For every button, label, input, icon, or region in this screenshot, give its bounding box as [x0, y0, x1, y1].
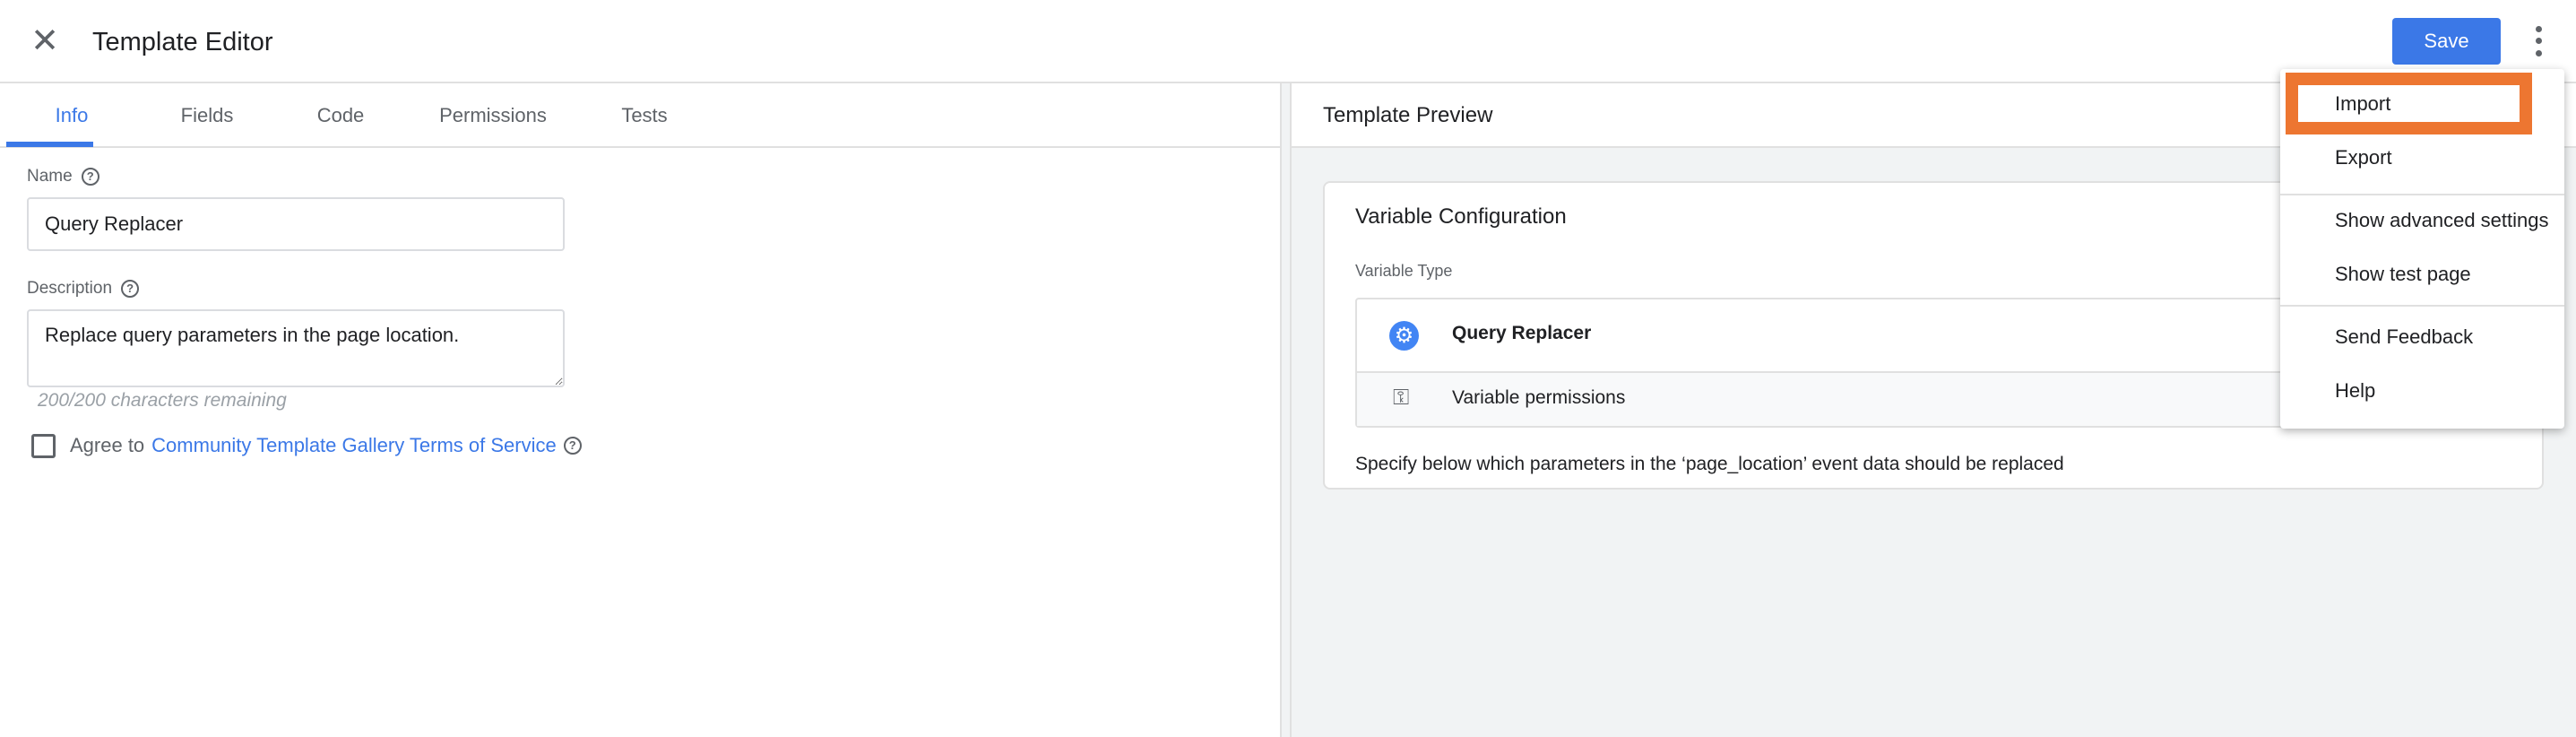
menu-divider: [2280, 305, 2564, 307]
tab-code[interactable]: Code: [317, 83, 365, 148]
terms-link[interactable]: Community Template Gallery Terms of Serv…: [151, 434, 557, 457]
description-textarea[interactable]: Replace query parameters in the page loc…: [27, 309, 565, 387]
menu-item-show-test-page[interactable]: Show test page: [2335, 261, 2471, 288]
variable-type-label: Variable Type: [1355, 262, 1453, 280]
chars-remaining: 200/200 characters remaining: [38, 390, 287, 411]
menu-item-export[interactable]: Export: [2335, 144, 2392, 171]
page-title: Template Editor: [92, 28, 273, 56]
preview-description: Specify below which parameters in the ‘p…: [1355, 454, 2064, 474]
key-icon: ⚿: [1393, 386, 1410, 410]
permissions-label: Variable permissions: [1452, 387, 1626, 408]
panel-divider[interactable]: [1280, 83, 1292, 737]
card-title: Variable Configuration: [1355, 204, 1567, 229]
help-icon[interactable]: ?: [563, 437, 582, 455]
tab-fields[interactable]: Fields: [181, 83, 234, 148]
variable-name: Query Replacer: [1452, 323, 1592, 343]
tab-permissions[interactable]: Permissions: [439, 83, 547, 148]
description-label-text: Description: [27, 279, 113, 298]
help-icon[interactable]: ?: [121, 280, 140, 298]
agree-text: Agree to Community Template Gallery Terms…: [70, 434, 582, 457]
name-input[interactable]: [27, 197, 565, 251]
name-label-text: Name: [27, 167, 73, 186]
menu-item-show-advanced-settings[interactable]: Show advanced settings: [2335, 207, 2549, 234]
top-bar: [0, 0, 2576, 83]
more-options-icon[interactable]: [2528, 23, 2549, 59]
menu-item-help[interactable]: Help: [2335, 377, 2375, 404]
help-icon[interactable]: ?: [81, 168, 99, 186]
menu-item-send-feedback[interactable]: Send Feedback: [2335, 324, 2473, 351]
name-label: Name?: [27, 167, 99, 186]
agree-prefix: Agree to: [70, 434, 145, 456]
preview-title: Template Preview: [1323, 103, 1493, 127]
tab-tests[interactable]: Tests: [621, 83, 667, 148]
save-button[interactable]: Save: [2392, 18, 2501, 65]
gear-icon: ⚙: [1389, 321, 1419, 351]
tab-info[interactable]: Info: [56, 83, 89, 148]
description-label: Description?: [27, 279, 140, 299]
highlight-box: [2286, 73, 2532, 134]
tab-bar: Info Fields Code Permissions Tests: [0, 83, 1280, 148]
active-tab-indicator: [6, 142, 93, 147]
menu-divider: [2280, 194, 2564, 195]
close-icon[interactable]: ✕: [27, 23, 63, 59]
agree-checkbox[interactable]: [31, 434, 56, 458]
